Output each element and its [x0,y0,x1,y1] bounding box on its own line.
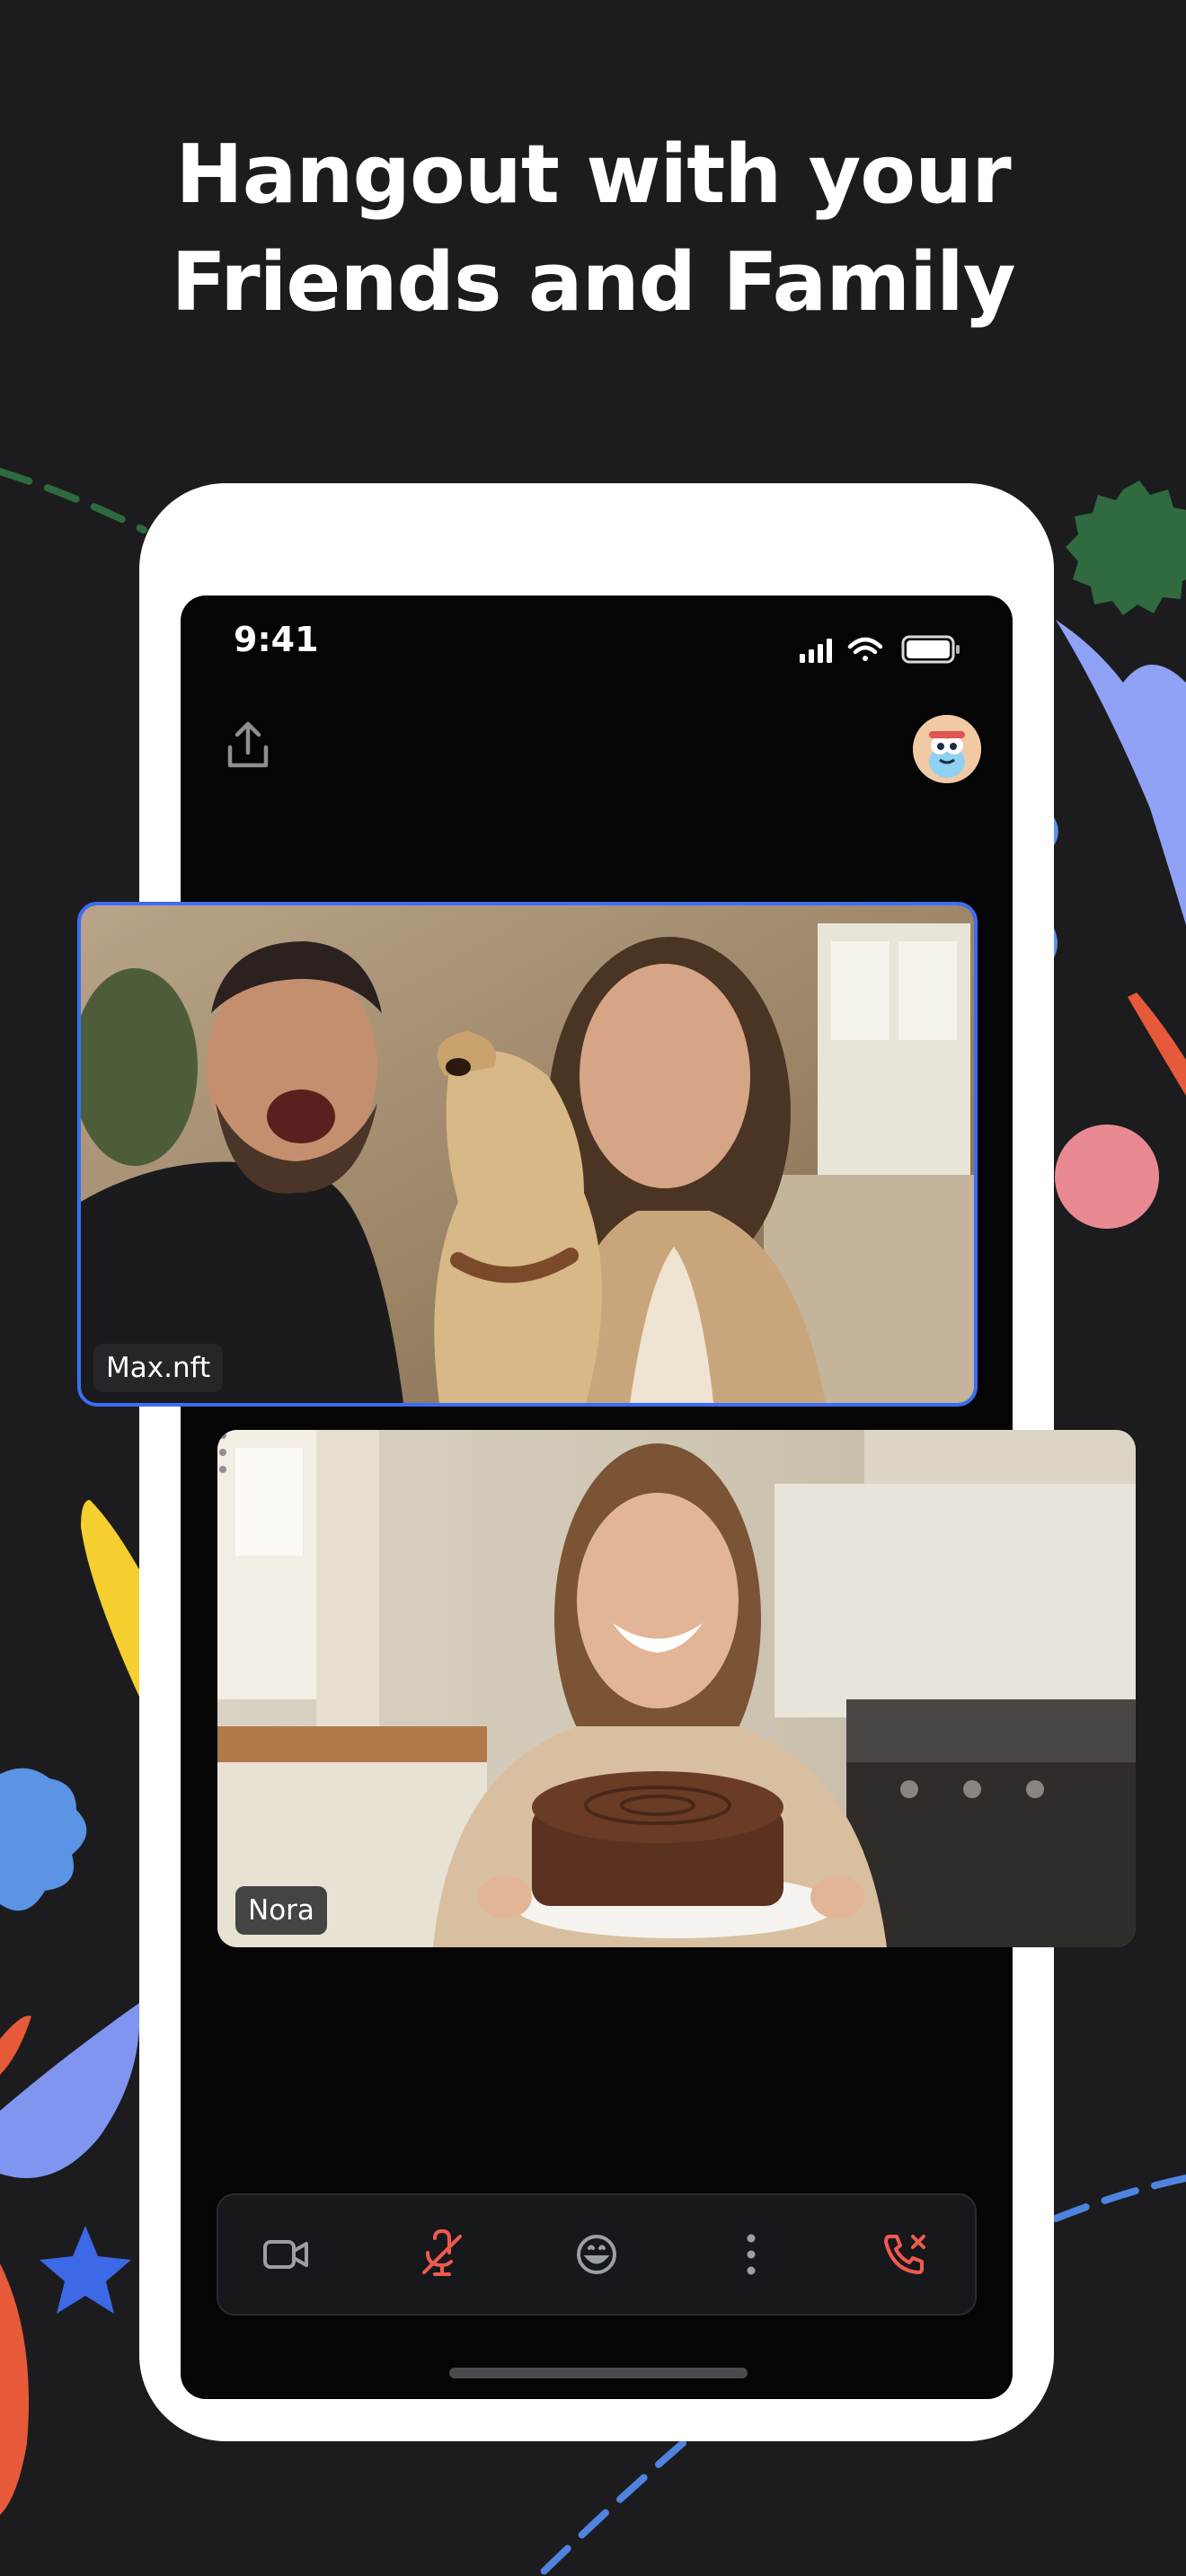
participant-video-max [81,905,974,1403]
emoji-icon[interactable] [568,2226,625,2283]
red-stroke-right [1128,992,1186,1096]
avatar[interactable] [913,715,981,783]
participant-tile-nora[interactable]: Nora [217,1430,1136,1947]
dashed-line-green [0,468,147,534]
participant-video-nora [217,1430,1136,1947]
video-camera-icon[interactable] [258,2226,315,2283]
signal-icon [800,639,832,663]
headline-line-2: Friends and Family [171,235,1015,330]
avatar-illustration [913,715,981,783]
dashed-line-blue-bottom [535,2439,686,2576]
blue-star-shape [40,2226,131,2314]
blue-blob-left [0,1768,87,1911]
status-icons [800,635,960,664]
red-stroke-left [0,2263,29,2515]
pink-circle [1055,1125,1159,1229]
end-call-icon[interactable] [877,2226,934,2283]
more-vertical-icon[interactable] [217,1430,228,1475]
microphone-muted-icon[interactable] [413,2226,471,2283]
participant-name-label: Nora [235,1886,327,1935]
participant-tile-max[interactable]: Max.nft [77,902,978,1407]
blue-swoosh-right [1056,620,1186,925]
status-time: 9:41 [234,620,319,659]
wifi-icon [847,637,883,661]
more-vertical-icon[interactable] [722,2226,780,2283]
green-burst-shape [1066,481,1186,615]
marketing-screen: Hangout with your Friends and Family 9:4… [0,0,1186,2576]
headline: Hangout with your Friends and Family [0,121,1186,337]
participant-name-label: Max.nft [93,1344,224,1392]
battery-icon [901,635,960,664]
share-icon[interactable] [223,719,273,772]
headline-line-1: Hangout with your [175,128,1011,222]
home-indicator [449,2368,748,2378]
dashed-line-blue-right [1052,2175,1186,2222]
